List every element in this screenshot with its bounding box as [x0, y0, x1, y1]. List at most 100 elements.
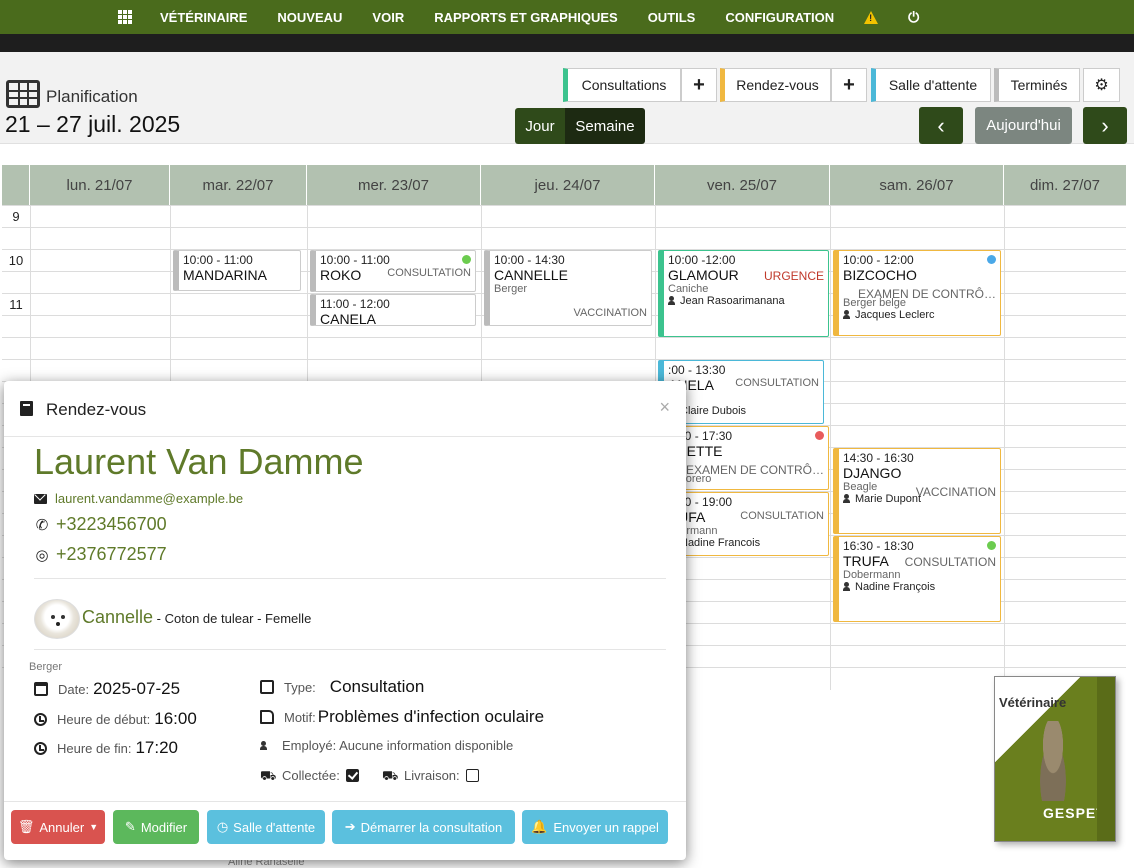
nav-nouveau[interactable]: NOUVEAU: [277, 10, 342, 25]
tab-termines[interactable]: Terminés: [994, 68, 1080, 102]
waiting-room-label: Salle d'attente: [233, 819, 316, 835]
cat-image: [1033, 721, 1073, 801]
tab-salle-attente[interactable]: Salle d'attente: [871, 68, 991, 102]
trash-icon: 🗑: [17, 819, 35, 834]
today-button[interactable]: Aujourd'hui: [975, 107, 1072, 144]
settings-gear-icon[interactable]: ⚙: [1083, 68, 1120, 102]
divider: [34, 578, 666, 579]
event-name: CANELA: [320, 311, 377, 326]
event-type: EXAMEN DE CONTRÔ…: [857, 287, 996, 301]
start-consultation-button[interactable]: ➔ Démarrer la consultation: [332, 810, 515, 844]
bell-icon: 🔔: [531, 819, 548, 834]
add-rendezvous-button[interactable]: +: [831, 68, 867, 102]
client-phone[interactable]: ✆ +3223456700: [34, 514, 167, 535]
power-icon[interactable]: ⏻: [908, 9, 919, 26]
day-header[interactable]: dim. 27/07: [1004, 165, 1126, 205]
motif-value: Problèmes d'infection oculaire: [317, 707, 545, 726]
collected-checkbox[interactable]: [345, 769, 359, 782]
cancel-button[interactable]: 🗑 Annuler ▼: [11, 810, 105, 844]
day-header[interactable]: lun. 21/07: [30, 165, 170, 205]
date-value: 2025-07-25: [93, 679, 181, 698]
client-name: Laurent Van Damme: [34, 441, 364, 482]
hour-label: 11: [9, 297, 23, 312]
nav-veterinaire[interactable]: VÉTÉRINAIRE: [160, 10, 247, 25]
close-icon[interactable]: ×: [659, 397, 670, 418]
event-breed: Berger: [494, 283, 528, 295]
nav-voir[interactable]: VOIR: [372, 10, 404, 25]
truck-icon: ⛟: [260, 768, 277, 783]
appointment-trufa-sam[interactable]: 16:30 - 18:30 TRUFA CONSULTATION Doberma…: [833, 536, 1001, 622]
view-jour-button[interactable]: Jour: [515, 108, 565, 144]
appointment-django[interactable]: 14:30 - 16:30 DJANGO Beagle VACCINATION …: [833, 448, 1001, 534]
modal-header: Rendez-vous ×: [4, 381, 686, 437]
view-semaine-button[interactable]: Semaine: [565, 108, 645, 144]
plus-icon: +: [693, 73, 705, 96]
appointment-cannelle[interactable]: 10:00 - 14:30 CANNELLE Berger VACCINATIO…: [484, 250, 652, 326]
type-value: Consultation: [329, 677, 425, 696]
event-name: CANNELLE: [494, 267, 568, 283]
start-label: Heure de début:: [57, 712, 151, 727]
file-text-icon: [260, 710, 274, 724]
email-text[interactable]: laurent.vandamme@example.be: [55, 491, 243, 506]
phone-text[interactable]: +3223456700: [56, 514, 167, 535]
event-time: 16:30 - 18:30: [843, 539, 914, 553]
event-owner: Marie Dupont: [855, 493, 922, 505]
nav-rapports[interactable]: RAPPORTS ET GRAPHIQUES: [434, 10, 617, 25]
event-time: 10:00 -12:00: [668, 253, 736, 267]
event-owner: Claire Dubois: [680, 405, 747, 417]
table-icon: [6, 80, 40, 108]
day-header[interactable]: ven. 25/07: [655, 165, 830, 205]
waiting-room-button[interactable]: ◷ Salle d'attente: [207, 810, 325, 844]
client-email[interactable]: laurent.vandamme@example.be: [34, 491, 243, 506]
whatsapp-text[interactable]: +2376772577: [56, 544, 167, 565]
nav-outils[interactable]: OUTILS: [648, 10, 696, 25]
tab-rendezvous[interactable]: Rendez-vous: [720, 68, 831, 102]
status-dot: [987, 541, 996, 550]
appointment-bizcocho[interactable]: 10:00 - 12:00 BIZCOCHO EXAMEN DE CONTRÔ……: [833, 250, 1001, 336]
event-name: ÉPETTE: [668, 443, 723, 459]
next-week-button[interactable]: ›: [1083, 107, 1127, 144]
type-label: Type:: [284, 680, 316, 695]
modal-footer: [4, 801, 686, 802]
prev-week-button[interactable]: ‹: [919, 107, 963, 144]
event-owner: Jean Rasoarimanana: [680, 295, 785, 307]
appointment-roko[interactable]: 10:00 - 11:00 ROKO CONSULTATION: [310, 250, 476, 292]
day-header[interactable]: sam. 26/07: [830, 165, 1004, 205]
appointment-mandarina[interactable]: 10:00 - 11:00 MANDARINA: [173, 250, 301, 291]
event-type: URGENCE: [763, 269, 824, 283]
caret-square-icon: [260, 680, 274, 694]
send-reminder-button[interactable]: 🔔 Envoyer un rappel: [522, 810, 668, 844]
appointment-canela[interactable]: 11:00 - 12:00 CANELA: [310, 294, 476, 326]
employee-label: Employé: Aucune information disponible: [282, 738, 514, 753]
day-header[interactable]: jeu. 24/07: [481, 165, 655, 205]
tab-consultations[interactable]: Consultations: [563, 68, 681, 102]
pet-name[interactable]: Cannelle: [82, 607, 153, 627]
end-label: Heure de fin:: [57, 741, 132, 756]
warning-icon[interactable]: !: [864, 10, 879, 24]
plus-icon: +: [843, 73, 855, 96]
delivery-checkbox[interactable]: [465, 769, 479, 782]
edit-icon: ✎: [124, 819, 136, 834]
day-header[interactable]: mer. 23/07: [307, 165, 481, 205]
collected-label: Collectée:: [282, 768, 340, 783]
product-box-side: [1097, 677, 1115, 841]
appointment-modal: Rendez-vous × Laurent Van Damme laurent.…: [4, 381, 686, 860]
calendar-icon: [34, 682, 48, 696]
clock-icon: ◷: [216, 819, 229, 834]
whatsapp-icon: ◎: [35, 546, 49, 564]
event-time: 10:00 - 11:00: [320, 253, 390, 267]
add-consultation-button[interactable]: +: [681, 68, 717, 102]
edit-button[interactable]: ✎ Modifier: [113, 810, 199, 844]
time-gutter-header: [2, 165, 30, 205]
start-consultation-label: Démarrer la consultation: [360, 819, 503, 835]
event-name: MANDARINA: [183, 267, 268, 283]
appointment-glamour[interactable]: 10:00 -12:00 GLAMOUR URGENCE Caniche Jea…: [658, 250, 829, 337]
event-type: EXAMEN DE CONTRÔ…: [685, 463, 824, 477]
event-breed: Dobermann: [843, 569, 901, 581]
event-name: BIZCOCHO: [843, 267, 917, 283]
apps-grid-icon[interactable]: [118, 10, 132, 24]
day-header[interactable]: mar. 22/07: [170, 165, 307, 205]
user-icon: [260, 741, 270, 750]
client-whatsapp[interactable]: ◎ +2376772577: [34, 544, 167, 565]
nav-configuration[interactable]: CONFIGURATION: [725, 10, 834, 25]
